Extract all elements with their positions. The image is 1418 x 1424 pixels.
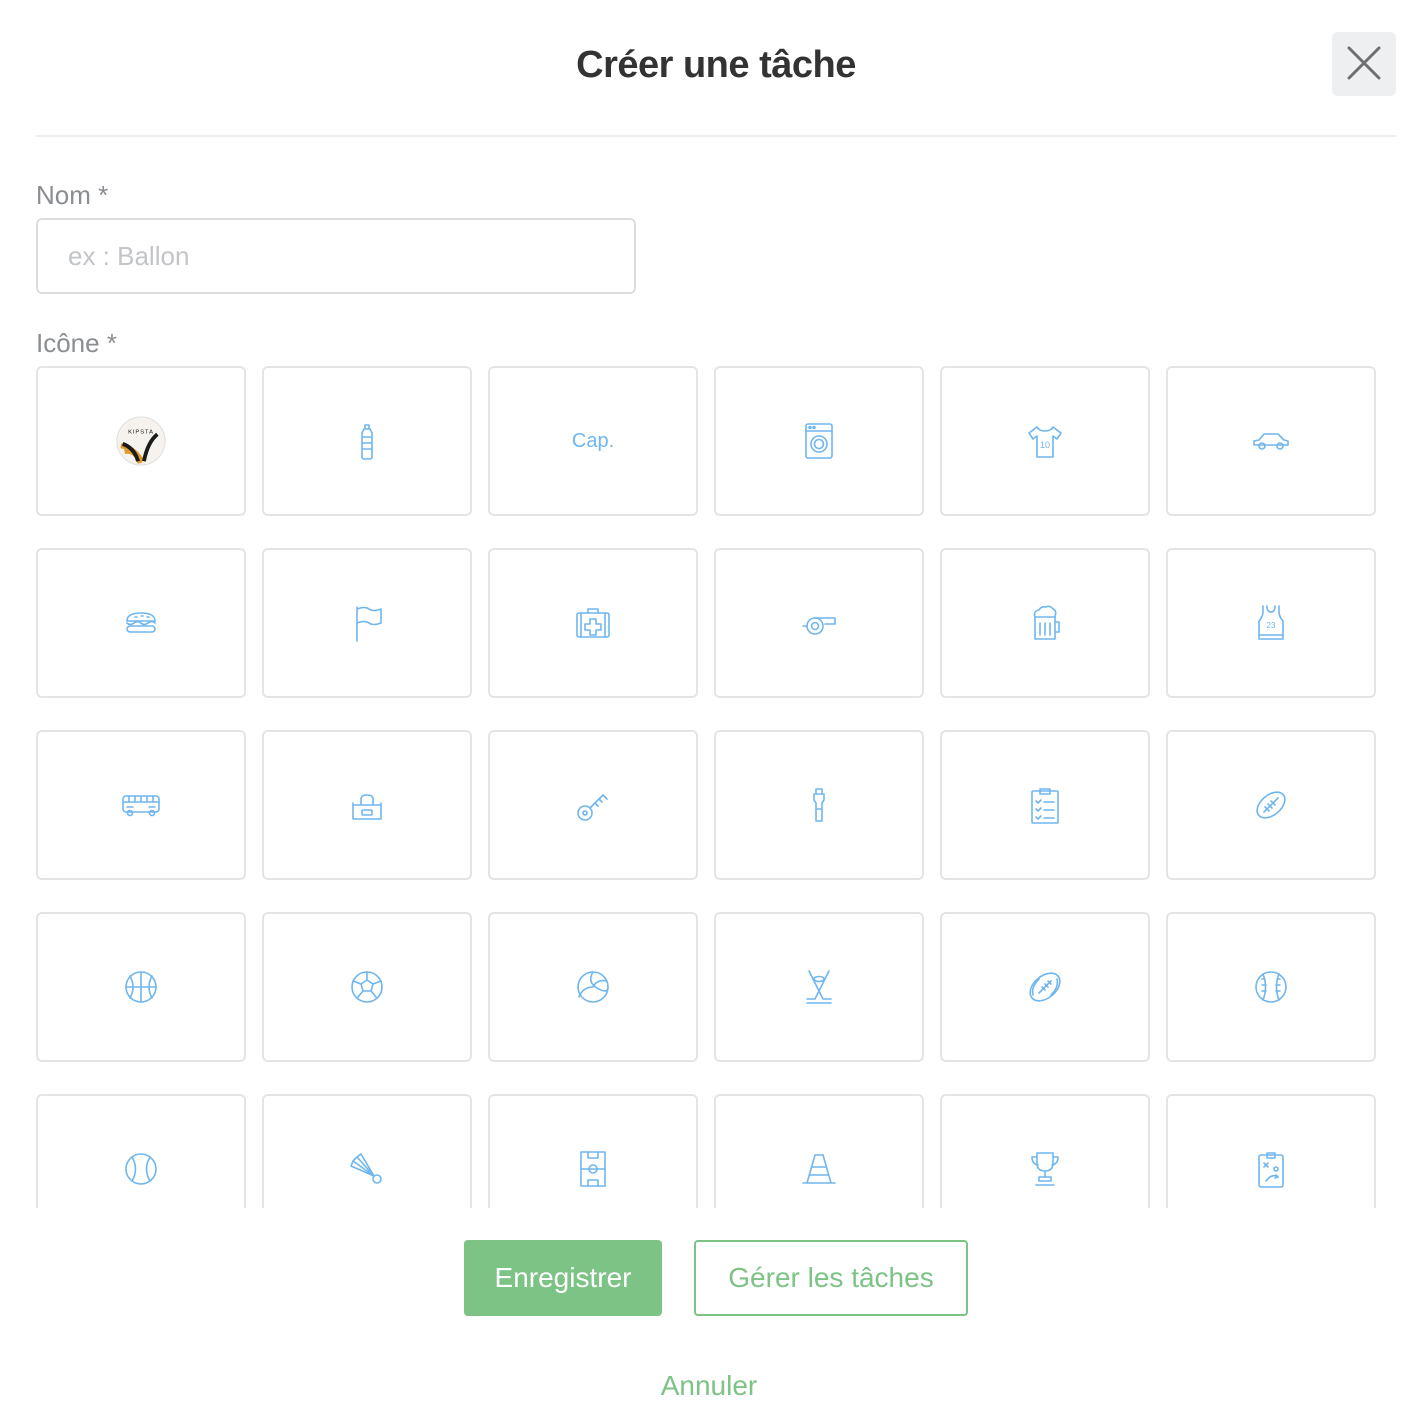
icon-option-tennis-ball[interactable]: [36, 1094, 246, 1208]
manage-tasks-button[interactable]: Gérer les tâches: [694, 1240, 968, 1316]
icon-option-shuttlecock[interactable]: [262, 1094, 472, 1208]
rugby-ball-icon: [1249, 783, 1293, 827]
basketball-icon: [119, 965, 163, 1009]
bus-icon: [119, 783, 163, 827]
soccer-ball-icon: [345, 965, 389, 1009]
svg-text:KIPSTA: KIPSTA: [128, 429, 154, 435]
icon-option-trophy[interactable]: [940, 1094, 1150, 1208]
water-bottle-icon: [345, 419, 389, 463]
cancel-row: Annuler: [0, 1370, 1418, 1402]
svg-text:10: 10: [1040, 440, 1050, 450]
tactics-board-icon: [1249, 1147, 1293, 1191]
icon-option-volleyball[interactable]: [488, 912, 698, 1062]
icon-option-tactics-board[interactable]: [1166, 1094, 1376, 1208]
icon-option-jersey-10[interactable]: 10: [940, 366, 1150, 516]
icon-grid: KIPSTA Cap. 10 23: [36, 366, 1396, 1208]
volleyball-icon: [571, 965, 615, 1009]
name-label: Nom *: [36, 180, 109, 210]
icon-option-washing-machine[interactable]: [714, 366, 924, 516]
captain-armband-icon: Cap.: [572, 430, 614, 453]
icon-option-tank-top-23[interactable]: 23: [1166, 548, 1376, 698]
close-icon: [1347, 46, 1381, 83]
icon-label: Icône *: [36, 328, 117, 358]
cone-icon: [797, 1147, 841, 1191]
icon-option-soccer-ball[interactable]: [262, 912, 472, 1062]
icon-option-sports-bag[interactable]: [262, 730, 472, 880]
cancel-link[interactable]: Annuler: [661, 1370, 758, 1401]
name-input[interactable]: [36, 218, 636, 294]
baseball-icon: [1249, 965, 1293, 1009]
close-button[interactable]: [1332, 32, 1396, 96]
icon-option-captain-armband[interactable]: Cap.: [488, 366, 698, 516]
icon-option-sports-bottle[interactable]: [714, 730, 924, 880]
field-icon: [571, 1147, 615, 1191]
icon-option-whistle[interactable]: [714, 548, 924, 698]
icon-picker[interactable]: KIPSTA Cap. 10 23: [36, 366, 1396, 1208]
icon-option-key[interactable]: [488, 730, 698, 880]
sports-bottle-icon: [797, 783, 841, 827]
sports-bag-icon: [345, 783, 389, 827]
modal-title: Créer une tâche: [576, 44, 856, 86]
clipboard-checklist-icon: [1023, 783, 1067, 827]
captain-text: Cap.: [571, 429, 615, 452]
hockey-sticks-icon: [797, 965, 841, 1009]
shuttlecock-icon: [345, 1147, 389, 1191]
kipsta-ball-icon: KIPSTA: [115, 415, 167, 467]
icon-option-basketball[interactable]: [36, 912, 246, 1062]
icon-option-rugby-ball[interactable]: [1166, 730, 1376, 880]
key-icon: [571, 783, 615, 827]
modal-header: Créer une tâche: [36, 0, 1396, 137]
save-button[interactable]: Enregistrer: [464, 1240, 662, 1316]
icon-option-american-football[interactable]: [940, 912, 1150, 1062]
icon-option-sandwich[interactable]: [36, 548, 246, 698]
tank-top-23-icon: 23: [1249, 601, 1293, 645]
beer-mug-icon: [1023, 601, 1067, 645]
icon-option-baseball[interactable]: [1166, 912, 1376, 1062]
svg-text:23: 23: [1267, 621, 1276, 630]
icon-option-water-bottle[interactable]: [262, 366, 472, 516]
jersey-10-icon: 10: [1023, 419, 1067, 463]
trophy-icon: [1023, 1147, 1067, 1191]
sandwich-icon: [119, 601, 163, 645]
flag-icon: [345, 601, 389, 645]
tennis-ball-icon: [119, 1147, 163, 1191]
whistle-icon: [797, 601, 841, 645]
icon-option-clipboard-checklist[interactable]: [940, 730, 1150, 880]
icon-option-car[interactable]: [1166, 366, 1376, 516]
icon-option-kipsta-ball[interactable]: KIPSTA: [36, 366, 246, 516]
icon-option-hockey-sticks[interactable]: [714, 912, 924, 1062]
icon-option-beer-mug[interactable]: [940, 548, 1150, 698]
car-icon: [1249, 419, 1293, 463]
icon-option-field[interactable]: [488, 1094, 698, 1208]
icon-option-flag[interactable]: [262, 548, 472, 698]
first-aid-kit-icon: [571, 601, 615, 645]
icon-option-first-aid-kit[interactable]: [488, 548, 698, 698]
washing-machine-icon: [797, 419, 841, 463]
icon-option-bus[interactable]: [36, 730, 246, 880]
icon-option-cone[interactable]: [714, 1094, 924, 1208]
american-football-icon: [1023, 965, 1067, 1009]
